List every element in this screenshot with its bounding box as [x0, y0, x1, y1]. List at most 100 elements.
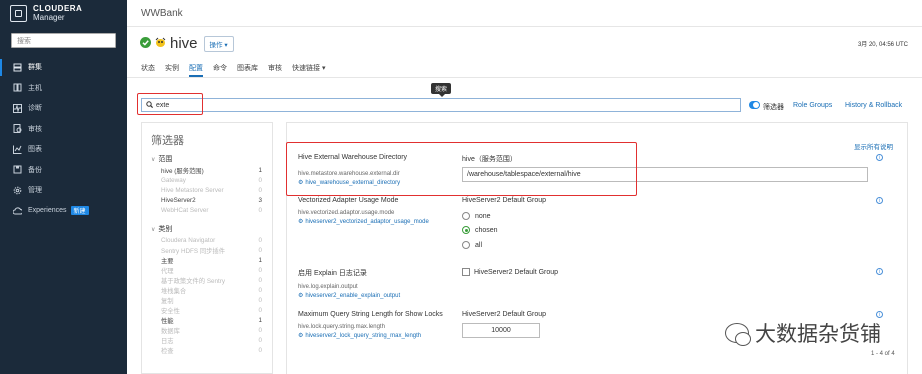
info-icon[interactable]: i: [876, 311, 883, 318]
tab-commands[interactable]: 命令: [213, 63, 227, 77]
property-link[interactable]: ⚙ hiveserver2_enable_explain_output: [298, 292, 898, 299]
radio-button[interactable]: [462, 241, 470, 249]
filter-item[interactable]: Hive Metastore Server 0: [142, 185, 272, 195]
filter-item-label: 基于政策文件的 Sentry: [161, 277, 226, 285]
filter-item-count: 0: [258, 186, 262, 194]
radio-button[interactable]: [462, 226, 470, 234]
info-icon[interactable]: i: [876, 154, 883, 161]
info-icon[interactable]: i: [876, 268, 883, 275]
logo[interactable]: CLOUDERA Manager: [0, 0, 127, 26]
filter-item[interactable]: 安全性 0: [142, 305, 272, 315]
filter-item[interactable]: Cloudera Navigator 0: [142, 235, 272, 245]
filter-item-label: hive (服务范围): [161, 167, 204, 175]
sidebar-item-charts[interactable]: 图表: [0, 139, 127, 160]
status-good-icon: [140, 37, 151, 50]
radio-option-chosen[interactable]: chosen: [462, 226, 498, 234]
filter-item[interactable]: 性能 1: [142, 315, 272, 325]
filter-item-count: 1: [258, 316, 262, 324]
filter-item-count: 0: [258, 236, 262, 244]
filter-item-count: 0: [258, 206, 262, 214]
filter-item[interactable]: HiveServer2 3: [142, 195, 272, 205]
sidebar-search-input[interactable]: 搜索: [11, 33, 116, 48]
sidebar-item-label: 图表: [28, 146, 42, 154]
filter-item-label: HiveServer2: [161, 196, 196, 204]
sidebar-item-clusters[interactable]: 群集: [0, 57, 127, 78]
filter-title: 筛选器: [151, 135, 184, 147]
tab-audit[interactable]: 审核: [268, 63, 282, 77]
filter-item[interactable]: 数据库 0: [142, 325, 272, 335]
property-scope: HiveServer2 Default Group: [462, 311, 547, 318]
filter-item-label: Sentry HDFS 同步插件: [161, 247, 226, 255]
scope-section-toggle[interactable]: ∨ 范围: [151, 153, 272, 165]
sidebar-item-backup[interactable]: 备份: [0, 160, 127, 181]
info-icon[interactable]: i: [876, 197, 883, 204]
filter-item[interactable]: WebHCat Server 0: [142, 205, 272, 215]
gear-icon: ⚙: [298, 333, 304, 339]
filter-item-count: 0: [258, 336, 262, 344]
filter-item-label: WebHCat Server: [161, 206, 209, 214]
property-highlight: [286, 142, 637, 196]
filter-item-label: 代理: [161, 267, 174, 275]
filter-item[interactable]: 代理 0: [142, 265, 272, 275]
property-title: Maximum Query String Length for Show Loc…: [298, 311, 443, 318]
cluster-icon: [13, 63, 22, 72]
filter-item[interactable]: Gateway 0: [142, 175, 272, 185]
filter-item[interactable]: 主要 1: [142, 255, 272, 265]
filter-item-count: 0: [258, 246, 262, 254]
audit-icon: [13, 124, 22, 134]
filter-toggle[interactable]: [749, 101, 760, 109]
sidebar-item-diagnostics[interactable]: 诊断: [0, 98, 127, 119]
diagnostics-icon: [13, 103, 22, 113]
filter-item[interactable]: Sentry HDFS 同步插件 0: [142, 245, 272, 255]
chevron-down-icon: ∨: [151, 156, 156, 163]
tab-status[interactable]: 状态: [141, 63, 155, 77]
filter-item[interactable]: 日志 0: [142, 335, 272, 345]
brand-product: Manager: [33, 13, 65, 22]
service-tabs: 状态 实例 配置 命令 图表库 审核 快速链接 ▾: [127, 60, 922, 78]
filter-item[interactable]: 复制 0: [142, 295, 272, 305]
show-all-descriptions-link[interactable]: 显示所有说明: [854, 141, 893, 151]
sidebar-item-label: 诊断: [28, 105, 42, 113]
tab-instances[interactable]: 实例: [165, 63, 179, 77]
new-badge: 新建: [70, 206, 89, 216]
tab-chart-library[interactable]: 图表库: [237, 63, 258, 77]
cluster-name[interactable]: WWBank: [127, 0, 922, 27]
hive-logo-icon: [155, 37, 166, 50]
config-search-input[interactable]: exte: [141, 98, 741, 112]
radio-button[interactable]: [462, 212, 470, 220]
filter-item-count: 0: [258, 306, 262, 314]
actions-dropdown-button[interactable]: 操作 ▾: [203, 35, 234, 52]
category-section-toggle[interactable]: ∨ 类别: [151, 223, 272, 235]
filter-item[interactable]: 基于政策文件的 Sentry 0: [142, 275, 272, 285]
timestamp[interactable]: 3月 20, 04:56 UTC: [858, 39, 908, 48]
filter-item[interactable]: hive (服务范围) 1: [142, 165, 272, 175]
wechat-icon: [725, 323, 751, 346]
property-link-label: hiveserver2_enable_explain_output: [305, 293, 401, 299]
sidebar-item-experiences[interactable]: Experiences 新建: [0, 201, 127, 222]
property-checkbox-row[interactable]: HiveServer2 Default Group: [462, 268, 558, 276]
brand-name: CLOUDERA: [33, 4, 83, 13]
filter-item-count: 0: [258, 266, 262, 274]
property-scope: HiveServer2 Default Group: [462, 197, 547, 204]
radio-option-none[interactable]: none: [462, 212, 491, 220]
sidebar-item-label: 群集: [28, 64, 42, 72]
tab-configuration[interactable]: 配置: [189, 63, 203, 77]
filter-item-label: Gateway: [161, 176, 186, 184]
filter-item-label: 复制: [161, 297, 174, 305]
sidebar-item-hosts[interactable]: 主机: [0, 78, 127, 99]
property-value-input[interactable]: 10000: [462, 323, 540, 338]
radio-label: none: [475, 212, 491, 220]
role-groups-link[interactable]: Role Groups: [793, 102, 832, 109]
filter-item[interactable]: 检查 0: [142, 345, 272, 355]
radio-option-all[interactable]: all: [462, 241, 482, 249]
sidebar-item-admin[interactable]: 管理: [0, 180, 127, 201]
property-link[interactable]: ⚙ hiveserver2_vectorized_adaptor_usage_mo…: [298, 218, 898, 225]
checkbox[interactable]: [462, 268, 470, 276]
tab-quick-links[interactable]: 快速链接 ▾: [292, 63, 325, 77]
filter-item[interactable]: 堆栈集合 0: [142, 285, 272, 295]
history-rollback-link[interactable]: History & Rollback: [845, 102, 902, 109]
filter-item-count: 1: [258, 256, 262, 264]
sidebar-item-audit[interactable]: 审核: [0, 119, 127, 140]
backup-icon: [13, 165, 22, 174]
property-link-label: hiveserver2_vectorized_adaptor_usage_mod…: [305, 219, 429, 225]
